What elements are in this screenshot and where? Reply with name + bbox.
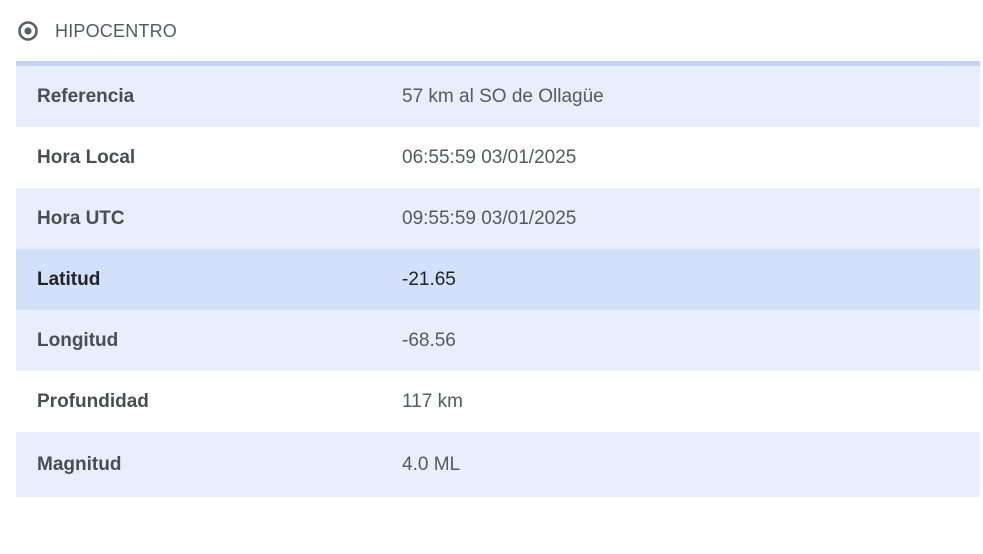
radio-target-icon <box>17 20 39 42</box>
table-row-hora-utc: Hora UTC 09:55:59 03/01/2025 <box>16 188 980 249</box>
row-label: Latitud <box>37 268 101 290</box>
table-row-longitud: Longitud -68.56 <box>16 310 980 371</box>
table-row-hora-local: Hora Local 06:55:59 03/01/2025 <box>16 127 980 188</box>
row-value: 09:55:59 03/01/2025 <box>402 207 577 229</box>
row-value: -68.56 <box>402 329 456 351</box>
row-label: Profundidad <box>37 390 149 412</box>
table-row-profundidad: Profundidad 117 km <box>16 371 980 432</box>
row-value: 06:55:59 03/01/2025 <box>402 146 577 168</box>
row-label: Referencia <box>37 85 135 107</box>
table-row-magnitud: Magnitud 4.0 ML <box>16 432 980 497</box>
row-value: 4.0 ML <box>402 453 461 475</box>
row-value: -21.65 <box>402 268 456 290</box>
table-row-referencia: Referencia 57 km al SO de Ollagüe <box>16 66 980 127</box>
row-label: Hora Local <box>37 146 136 168</box>
section-header: HIPOCENTRO <box>17 18 177 44</box>
row-value: 117 km <box>402 390 463 412</box>
hypocenter-table: Referencia 57 km al SO de Ollagüe Hora L… <box>16 61 980 497</box>
row-label: Hora UTC <box>37 207 125 229</box>
row-value: 57 km al SO de Ollagüe <box>402 85 604 107</box>
table-row-latitud: Latitud -21.65 <box>16 249 980 310</box>
row-label: Magnitud <box>37 453 122 475</box>
section-title: HIPOCENTRO <box>55 20 178 41</box>
row-label: Longitud <box>37 329 119 351</box>
